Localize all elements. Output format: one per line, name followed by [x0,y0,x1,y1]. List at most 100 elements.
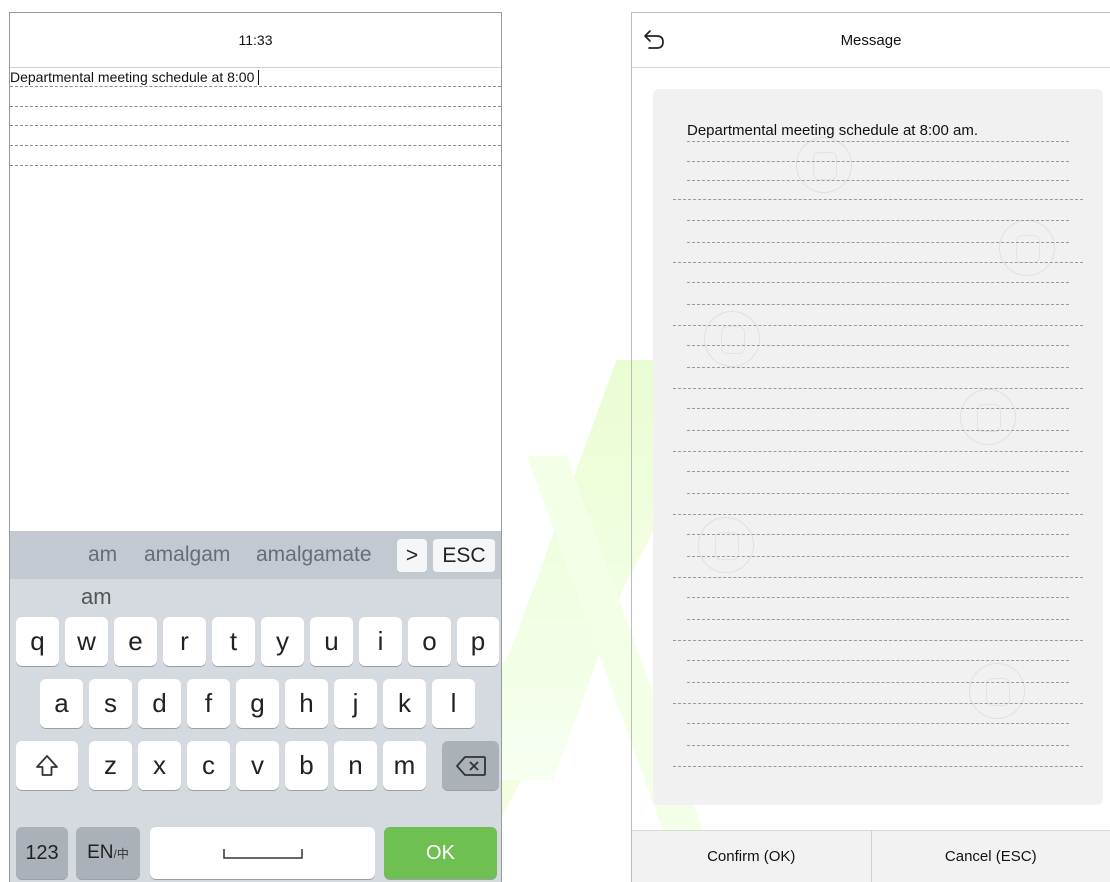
key-h[interactable]: h [285,679,328,728]
key-t[interactable]: t [212,617,255,666]
decorative-vein-icon [698,517,754,573]
message-rule [673,199,1083,200]
key-v[interactable]: v [236,741,279,790]
message-rule [673,703,1083,704]
esc-button[interactable]: ESC [433,539,495,572]
backspace-icon [455,755,486,776]
decorative-face-icon [796,137,852,193]
key-b[interactable]: b [285,741,328,790]
key-d[interactable]: d [138,679,181,728]
message-rule [673,451,1083,452]
editor-text-line: Departmental meeting schedule at 8:00 [10,69,260,85]
key-k[interactable]: k [383,679,426,728]
title-bar: Message [632,13,1110,68]
message-rule [687,471,1069,472]
suggestion-item[interactable]: amalgamate [256,543,372,567]
text-caret [258,70,260,85]
key-m[interactable]: m [383,741,426,790]
key-q[interactable]: q [16,617,59,666]
message-rule [687,220,1069,221]
key-j[interactable]: j [334,679,377,728]
key-o[interactable]: o [408,617,451,666]
key-c[interactable]: c [187,741,230,790]
shift-arrow-icon [36,754,58,776]
editor-rule [10,145,501,146]
message-rule [687,430,1069,431]
key-z[interactable]: z [89,741,132,790]
key-u[interactable]: u [310,617,353,666]
message-rule [673,262,1083,263]
message-rule [687,180,1069,181]
ok-key[interactable]: OK [384,827,497,879]
back-arrow-icon[interactable] [642,27,666,51]
message-rule [687,745,1069,746]
on-screen-keyboard: am amalgam amalgamate > ESC am q w e r t… [10,531,501,882]
message-rule [687,556,1069,557]
cancel-button[interactable]: Cancel (ESC) [870,831,1110,882]
message-text: Departmental meeting schedule at 8:00 am… [687,122,978,139]
decorative-card-icon [960,389,1016,445]
backspace-key[interactable] [442,741,499,790]
page-title: Message [840,31,902,49]
decorative-fingerprint-icon [999,220,1055,276]
message-rule [687,141,1069,142]
key-p[interactable]: p [457,617,499,666]
message-rule [687,682,1069,683]
key-f[interactable]: f [187,679,230,728]
message-rule [687,304,1069,305]
message-rule [687,408,1069,409]
message-rule [687,493,1069,494]
clock-time: 11:33 [238,32,273,48]
key-w[interactable]: w [65,617,108,666]
message-rule [687,367,1069,368]
message-rule [687,619,1069,620]
key-g[interactable]: g [236,679,279,728]
shift-key[interactable] [16,741,78,790]
message-rule [673,388,1083,389]
message-rule [673,325,1083,326]
message-editor[interactable]: Departmental meeting schedule at 8:00 [10,68,501,531]
message-rule [687,660,1069,661]
decorative-palm-icon [704,311,760,367]
message-rule [673,514,1083,515]
more-suggestions-button[interactable]: > [397,539,427,572]
message-rule [687,161,1069,162]
suggestion-item[interactable]: am [88,543,117,567]
message-rule [687,597,1069,598]
key-l[interactable]: l [432,679,475,728]
space-key[interactable] [150,827,375,879]
key-i[interactable]: i [359,617,402,666]
message-rule [687,723,1069,724]
key-s[interactable]: s [89,679,132,728]
message-view-screen: Message Departmental meeting schedule at… [631,12,1110,882]
message-rule [673,640,1083,641]
message-rule [687,242,1069,243]
language-switch-key[interactable]: EN/中 [76,827,140,879]
editor-rule [10,106,501,107]
message-card: Departmental meeting schedule at 8:00 am… [653,89,1103,805]
message-rule [673,766,1083,767]
composing-preview: am [81,584,112,609]
message-rule [687,345,1069,346]
dialog-footer: Confirm (OK) Cancel (ESC) [632,830,1110,882]
key-x[interactable]: x [138,741,181,790]
key-n[interactable]: n [334,741,377,790]
key-a[interactable]: a [40,679,83,728]
key-e[interactable]: e [114,617,157,666]
editor-rule [10,86,501,87]
editor-rule [10,165,501,166]
message-rule [687,534,1069,535]
key-y[interactable]: y [261,617,304,666]
message-rule [673,577,1083,578]
space-bar-icon [222,849,303,859]
key-r[interactable]: r [163,617,206,666]
suggestion-item[interactable]: amalgam [144,543,230,567]
confirm-button[interactable]: Confirm (OK) [632,831,871,882]
decorative-fingerprint-icon [969,663,1025,719]
message-rule [687,282,1069,283]
message-input-screen: 11:33 Departmental meeting schedule at 8… [9,12,502,882]
suggestion-bar: am amalgam amalgamate > ESC [10,531,501,579]
status-bar: 11:33 [10,13,501,68]
editor-rule [10,125,501,126]
number-mode-key[interactable]: 123 [16,827,68,879]
